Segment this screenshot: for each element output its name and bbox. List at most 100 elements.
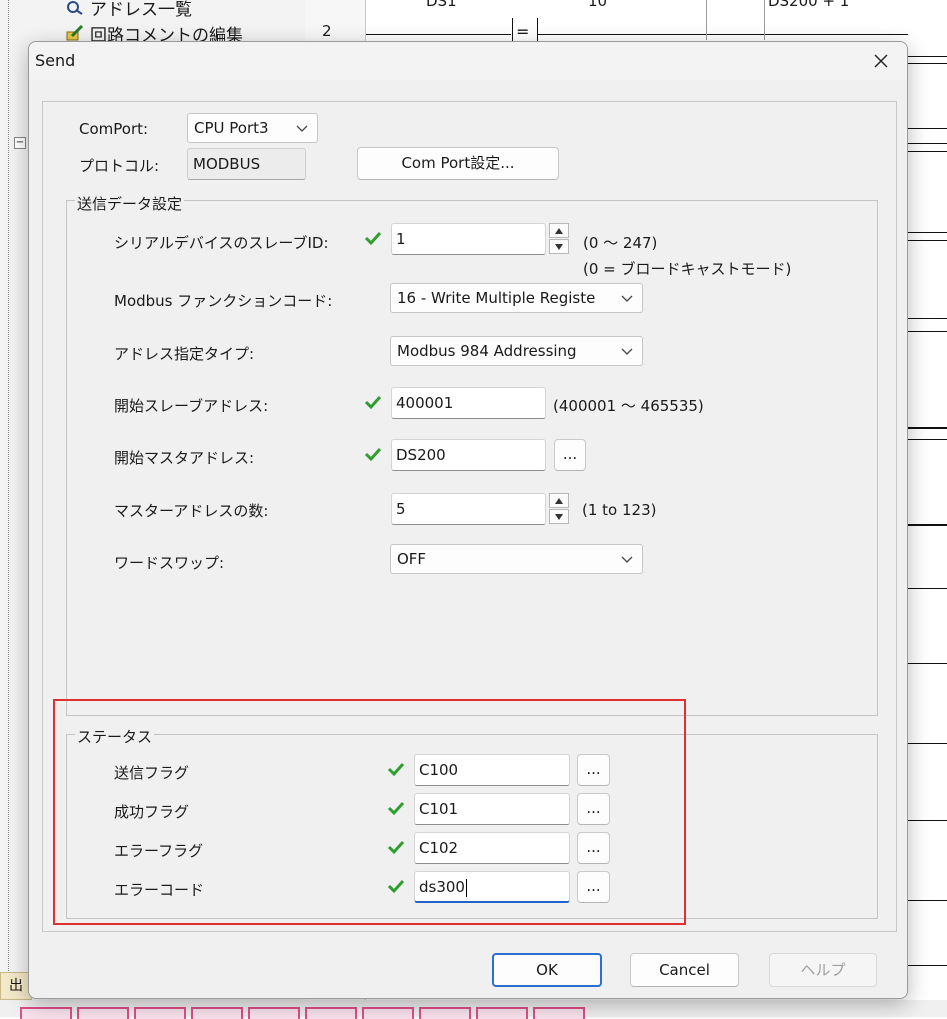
spin-down-icon[interactable] [549, 239, 569, 254]
send-flag-browse-button[interactable]: ... [577, 754, 610, 786]
help-button[interactable]: ヘルプ [769, 953, 877, 987]
error-code-input[interactable]: ds300 [414, 871, 570, 903]
slave-id-label: シリアルデバイスのスレーブID: [114, 234, 329, 252]
valid-check-icon [387, 761, 405, 777]
cancel-button[interactable]: Cancel [630, 953, 739, 987]
ladder-wire [906, 151, 947, 152]
status-group-title: ステータス [75, 726, 155, 747]
ladder-wire [906, 588, 947, 589]
success-flag-browse-button[interactable]: ... [577, 793, 610, 825]
start-master-address-browse-button[interactable]: ... [554, 439, 586, 471]
ladder-wire [906, 63, 947, 64]
ladder-wire [906, 663, 947, 664]
ladder-wire [538, 34, 908, 35]
instruction-palette-button[interactable] [533, 1007, 585, 1019]
instruction-palette-button[interactable] [419, 1007, 471, 1019]
master-address-count-spinner[interactable] [549, 493, 569, 525]
ladder-wire [906, 900, 947, 901]
send-dialog: Send ComPort: CPU Port3 プロトコル: MODBUS Co… [28, 41, 908, 999]
ladder-wire [906, 743, 947, 744]
start-master-address-input[interactable]: DS200 [391, 439, 546, 471]
error-flag-input[interactable]: C102 [414, 832, 570, 864]
instruction-palette-button[interactable] [134, 1007, 186, 1019]
comport-settings-button[interactable]: Com Port設定... [357, 147, 559, 180]
compare-operator: = [516, 22, 530, 41]
address-list-icon [66, 0, 84, 15]
ok-button[interactable]: OK [492, 953, 602, 987]
chevron-down-icon [621, 348, 633, 355]
ladder-label-ds200: DS200 + 1 [768, 0, 850, 10]
tree-item-label: アドレス一覧 [90, 0, 192, 20]
function-code-select[interactable]: 16 - Write Multiple Registe [390, 283, 643, 313]
instruction-palette-button[interactable] [191, 1007, 243, 1019]
ladder-wire [906, 331, 947, 332]
send-flag-input[interactable]: C100 [414, 754, 570, 786]
contact-left [512, 18, 513, 42]
ladder-wire [906, 240, 947, 241]
slave-id-range: (0 ～ 247) [583, 234, 658, 252]
valid-check-icon [364, 394, 382, 410]
ladder-wire [906, 820, 947, 821]
spin-down-icon[interactable] [549, 509, 569, 524]
ladder-wire [906, 439, 947, 440]
spin-up-icon[interactable] [549, 223, 569, 238]
instruction-palette-button[interactable] [248, 1007, 300, 1019]
ladder-wire [906, 965, 947, 966]
close-button[interactable] [855, 42, 907, 80]
ladder-wire [906, 524, 947, 526]
comport-select[interactable]: CPU Port3 [187, 113, 318, 143]
start-slave-address-range: (400001 ～ 465535) [553, 397, 704, 415]
success-flag-label: 成功フラグ [114, 803, 190, 821]
error-code-browse-button[interactable]: ... [577, 871, 610, 903]
ladder-wire [906, 232, 947, 233]
start-slave-address-input[interactable]: 400001 [391, 387, 546, 419]
word-swap-select[interactable]: OFF [390, 544, 643, 574]
tree-item-address-list[interactable]: アドレス一覧 [66, 0, 192, 20]
ladder-column-line [764, 0, 765, 40]
slave-id-broadcast-note: (0 = ブロードキャストモード) [583, 260, 792, 278]
ladder-column-line [706, 0, 707, 40]
send-flag-label: 送信フラグ [114, 764, 190, 782]
error-flag-browse-button[interactable]: ... [577, 832, 610, 864]
instruction-palette-button[interactable] [305, 1007, 357, 1019]
error-flag-label: エラーフラグ [114, 842, 204, 860]
valid-check-icon [387, 878, 405, 894]
ladder-wire [906, 318, 947, 319]
chevron-down-icon [296, 125, 308, 132]
instruction-palette-button[interactable] [20, 1007, 72, 1019]
instruction-palette-button[interactable] [476, 1007, 528, 1019]
protocol-field: MODBUS [187, 148, 306, 180]
instruction-palette-button[interactable] [77, 1007, 129, 1019]
instruction-palette-button[interactable] [362, 1007, 414, 1019]
slave-id-spinner[interactable] [549, 223, 569, 255]
ladder-wire [366, 34, 511, 35]
tree-guide-line [8, 0, 9, 1017]
ladder-wire [906, 56, 947, 57]
tree-collapse-icon[interactable]: − [14, 137, 26, 149]
slave-id-input[interactable]: 1 [391, 223, 546, 255]
ladder-label-ds1: DS1 [426, 0, 457, 10]
rung-number: 2 [322, 22, 332, 40]
chevron-down-icon [621, 295, 633, 302]
spin-up-icon[interactable] [549, 493, 569, 508]
edit-icon [66, 24, 84, 41]
comport-label: ComPort: [79, 120, 149, 138]
master-address-count-label: マスターアドレスの数: [114, 502, 269, 520]
word-swap-label: ワードスワップ: [114, 554, 225, 572]
addressing-type-label: アドレス指定タイプ: [114, 345, 255, 363]
error-code-label: エラーコード [114, 881, 205, 899]
valid-check-icon [387, 839, 405, 855]
success-flag-input[interactable]: C101 [414, 793, 570, 825]
function-code-label: Modbus ファンクションコード: [114, 292, 333, 310]
valid-check-icon [387, 800, 405, 816]
ladder-label-10: 10 [588, 0, 608, 10]
ladder-wire [906, 128, 947, 129]
dialog-titlebar[interactable]: Send [29, 42, 907, 80]
contact-right [537, 18, 538, 42]
valid-check-icon [364, 230, 382, 246]
master-address-count-input[interactable]: 5 [391, 493, 546, 525]
start-slave-address-label: 開始スレーブアドレス: [114, 397, 269, 415]
protocol-label: プロトコル: [79, 157, 160, 175]
addressing-type-select[interactable]: Modbus 984 Addressing [390, 336, 643, 366]
valid-check-icon [364, 446, 382, 462]
